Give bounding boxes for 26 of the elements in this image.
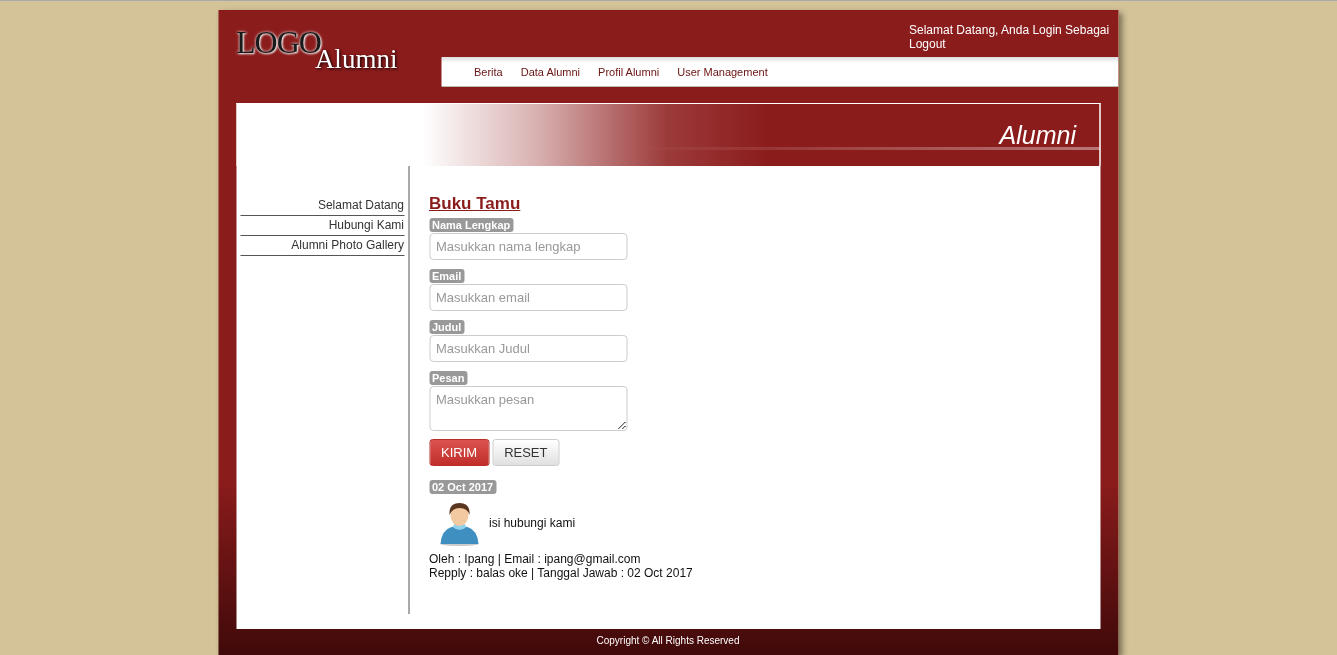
sidebar-link[interactable]: Selamat Datang: [240, 196, 404, 216]
message-field[interactable]: Masukkan pesan: [429, 386, 627, 431]
logout-link[interactable]: Logout: [909, 37, 946, 51]
reply-info: Repply : balas oke | Tanggal Jawab : 02 Oct 2017: [429, 566, 693, 580]
field-label: Judul: [429, 320, 465, 334]
field-label: Pesan: [429, 371, 468, 385]
input-field[interactable]: Masukkan Judul: [429, 335, 627, 362]
reset-button[interactable]: RESET: [492, 439, 560, 466]
welcome-text: Selamat Datang, Anda Login Sebagai: [909, 23, 1110, 37]
sidebar-link[interactable]: Hubungi Kami: [240, 216, 404, 236]
copyright-text: Copyright © All Rights Reserved: [596, 635, 740, 646]
input-field[interactable]: Masukkan email: [429, 284, 627, 311]
submit-button[interactable]: KIRIM: [429, 439, 490, 466]
field-label: Email: [429, 269, 465, 283]
input-field[interactable]: Masukkan nama lengkap: [429, 233, 627, 260]
sidebar-link[interactable]: Alumni Photo Gallery: [240, 236, 404, 256]
sender-info: Oleh : Ipang | Email : ipang@gmail.com: [429, 552, 641, 566]
nav-link[interactable]: Berita: [474, 65, 503, 78]
nav-link[interactable]: Profil Alumni: [598, 65, 660, 78]
nav-link[interactable]: User Management: [677, 65, 768, 78]
field-label: Nama Lengkap: [429, 218, 514, 232]
date-badge: 02 Oct 2017: [429, 480, 497, 494]
form-title: Buku Tamu: [429, 194, 521, 214]
nav-link[interactable]: Data Alumni: [520, 65, 581, 78]
message-text: isi hubungi kami: [489, 516, 576, 530]
banner-title: Alumni: [999, 120, 1076, 150]
